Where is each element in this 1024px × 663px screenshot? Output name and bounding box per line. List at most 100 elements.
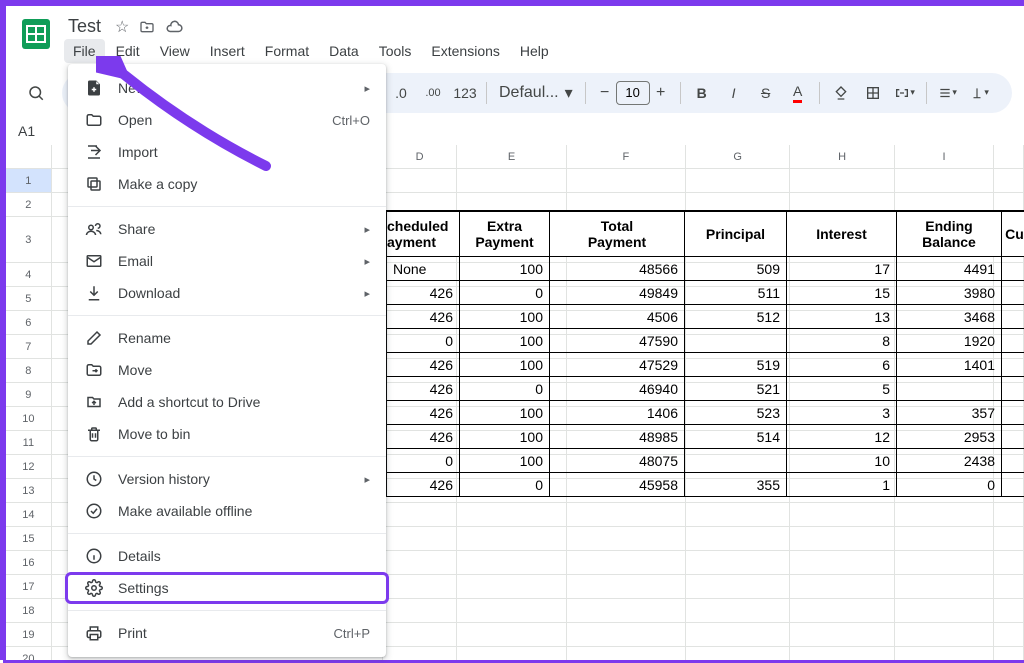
menu-add-shortcut[interactable]: Add a shortcut to Drive — [68, 386, 386, 418]
data-cell[interactable]: 1 — [787, 473, 897, 497]
data-cell[interactable]: 0 — [460, 473, 550, 497]
menu-share[interactable]: Share▸ — [68, 213, 386, 245]
data-cell[interactable]: 48985 — [550, 425, 685, 449]
halign-button[interactable]: ▾ — [935, 80, 961, 106]
sheets-logo[interactable] — [16, 14, 56, 54]
menu-tools[interactable]: Tools — [370, 39, 421, 63]
data-cell[interactable]: 426 — [386, 353, 460, 377]
menu-print[interactable]: PrintCtrl+P — [68, 617, 386, 649]
decrease-decimal-button[interactable]: .0 — [388, 80, 414, 106]
row-header[interactable]: 15 — [6, 527, 52, 551]
data-cell[interactable]: 1406 — [550, 401, 685, 425]
col-header[interactable]: E — [457, 145, 566, 169]
data-cell[interactable]: 47529 — [550, 353, 685, 377]
row-header[interactable]: 11 — [6, 431, 52, 455]
menu-new[interactable]: New▸ — [68, 72, 386, 104]
search-button[interactable] — [18, 75, 54, 111]
format-123-button[interactable]: 123 — [452, 80, 478, 106]
data-cell[interactable]: 48075 — [550, 449, 685, 473]
font-selector[interactable]: Defaul...▾ — [495, 83, 577, 103]
row-header[interactable]: 18 — [6, 599, 52, 623]
row-header[interactable]: 9 — [6, 383, 52, 407]
menu-import[interactable]: Import — [68, 136, 386, 168]
data-cell[interactable]: 3980 — [897, 281, 1002, 305]
font-size-decrease[interactable]: − — [594, 84, 616, 102]
menu-help[interactable]: Help — [511, 39, 558, 63]
data-cell[interactable]: 1920 — [897, 329, 1002, 353]
document-title[interactable]: Test — [64, 14, 105, 39]
menu-details[interactable]: Details — [68, 540, 386, 572]
data-cell[interactable]: 426 — [386, 473, 460, 497]
col-header[interactable]: I — [895, 145, 994, 169]
data-cell[interactable]: 357 — [897, 401, 1002, 425]
row-header[interactable]: 19 — [6, 623, 52, 647]
merge-button[interactable]: ▾ — [892, 80, 918, 106]
data-cell[interactable]: 4506 — [550, 305, 685, 329]
menu-rename[interactable]: Rename — [68, 322, 386, 354]
menu-extensions[interactable]: Extensions — [422, 39, 508, 63]
bold-button[interactable]: B — [689, 80, 715, 106]
row-header[interactable]: 12 — [6, 455, 52, 479]
data-cell[interactable]: 0 — [386, 329, 460, 353]
data-cell[interactable]: 4491 — [897, 257, 1002, 281]
strike-button[interactable]: S — [753, 80, 779, 106]
valign-button[interactable]: ▾ — [967, 80, 993, 106]
star-icon[interactable]: ☆ — [115, 17, 129, 37]
data-cell[interactable]: 12 — [787, 425, 897, 449]
row-header[interactable]: 16 — [6, 551, 52, 575]
fill-color-button[interactable] — [828, 80, 854, 106]
data-cell[interactable]: 355 — [685, 473, 787, 497]
data-cell[interactable]: 0 — [386, 449, 460, 473]
data-cell[interactable]: 512 — [685, 305, 787, 329]
data-cell[interactable] — [685, 329, 787, 353]
row-header[interactable]: 17 — [6, 575, 52, 599]
col-header[interactable]: G — [686, 145, 790, 169]
menu-move-bin[interactable]: Move to bin — [68, 418, 386, 450]
data-cell[interactable]: None — [386, 257, 460, 281]
data-cell[interactable]: 426 — [386, 401, 460, 425]
data-cell[interactable] — [685, 449, 787, 473]
data-cell[interactable]: 45958 — [550, 473, 685, 497]
data-cell[interactable]: 0 — [460, 281, 550, 305]
col-header[interactable] — [994, 145, 1024, 169]
menu-settings[interactable]: Settings — [65, 572, 389, 604]
borders-button[interactable] — [860, 80, 886, 106]
col-header[interactable]: F — [567, 145, 686, 169]
menu-view[interactable]: View — [151, 39, 199, 63]
row-header[interactable]: 13 — [6, 479, 52, 503]
data-cell[interactable]: 100 — [460, 425, 550, 449]
data-cell[interactable]: 8 — [787, 329, 897, 353]
data-cell[interactable] — [897, 377, 1002, 401]
data-cell[interactable]: 100 — [460, 305, 550, 329]
menu-open[interactable]: OpenCtrl+O — [68, 104, 386, 136]
row-header[interactable]: 4 — [6, 263, 52, 287]
menu-offline[interactable]: Make available offline — [68, 495, 386, 527]
row-header[interactable]: 20 — [6, 647, 52, 660]
menu-format[interactable]: Format — [256, 39, 318, 63]
font-size-increase[interactable]: + — [650, 84, 672, 102]
col-header[interactable]: H — [790, 145, 894, 169]
data-cell[interactable]: 2953 — [897, 425, 1002, 449]
data-cell[interactable]: 521 — [685, 377, 787, 401]
menu-data[interactable]: Data — [320, 39, 368, 63]
data-cell[interactable]: 48566 — [550, 257, 685, 281]
data-cell[interactable]: 2438 — [897, 449, 1002, 473]
data-cell[interactable]: 17 — [787, 257, 897, 281]
row-header[interactable]: 1 — [6, 169, 52, 193]
menu-edit[interactable]: Edit — [107, 39, 149, 63]
data-cell[interactable]: 511 — [685, 281, 787, 305]
data-cell[interactable]: 100 — [460, 329, 550, 353]
data-cell[interactable]: 426 — [386, 305, 460, 329]
data-cell[interactable]: 1401 — [897, 353, 1002, 377]
menu-insert[interactable]: Insert — [201, 39, 254, 63]
data-cell[interactable]: 100 — [460, 257, 550, 281]
data-cell[interactable]: 5 — [787, 377, 897, 401]
menu-version-history[interactable]: Version history▸ — [68, 463, 386, 495]
data-cell[interactable]: 514 — [685, 425, 787, 449]
move-folder-icon[interactable] — [139, 19, 155, 35]
data-cell[interactable]: 426 — [386, 377, 460, 401]
row-header[interactable]: 8 — [6, 359, 52, 383]
row-header[interactable]: 6 — [6, 311, 52, 335]
row-header[interactable]: 7 — [6, 335, 52, 359]
data-cell[interactable]: 519 — [685, 353, 787, 377]
